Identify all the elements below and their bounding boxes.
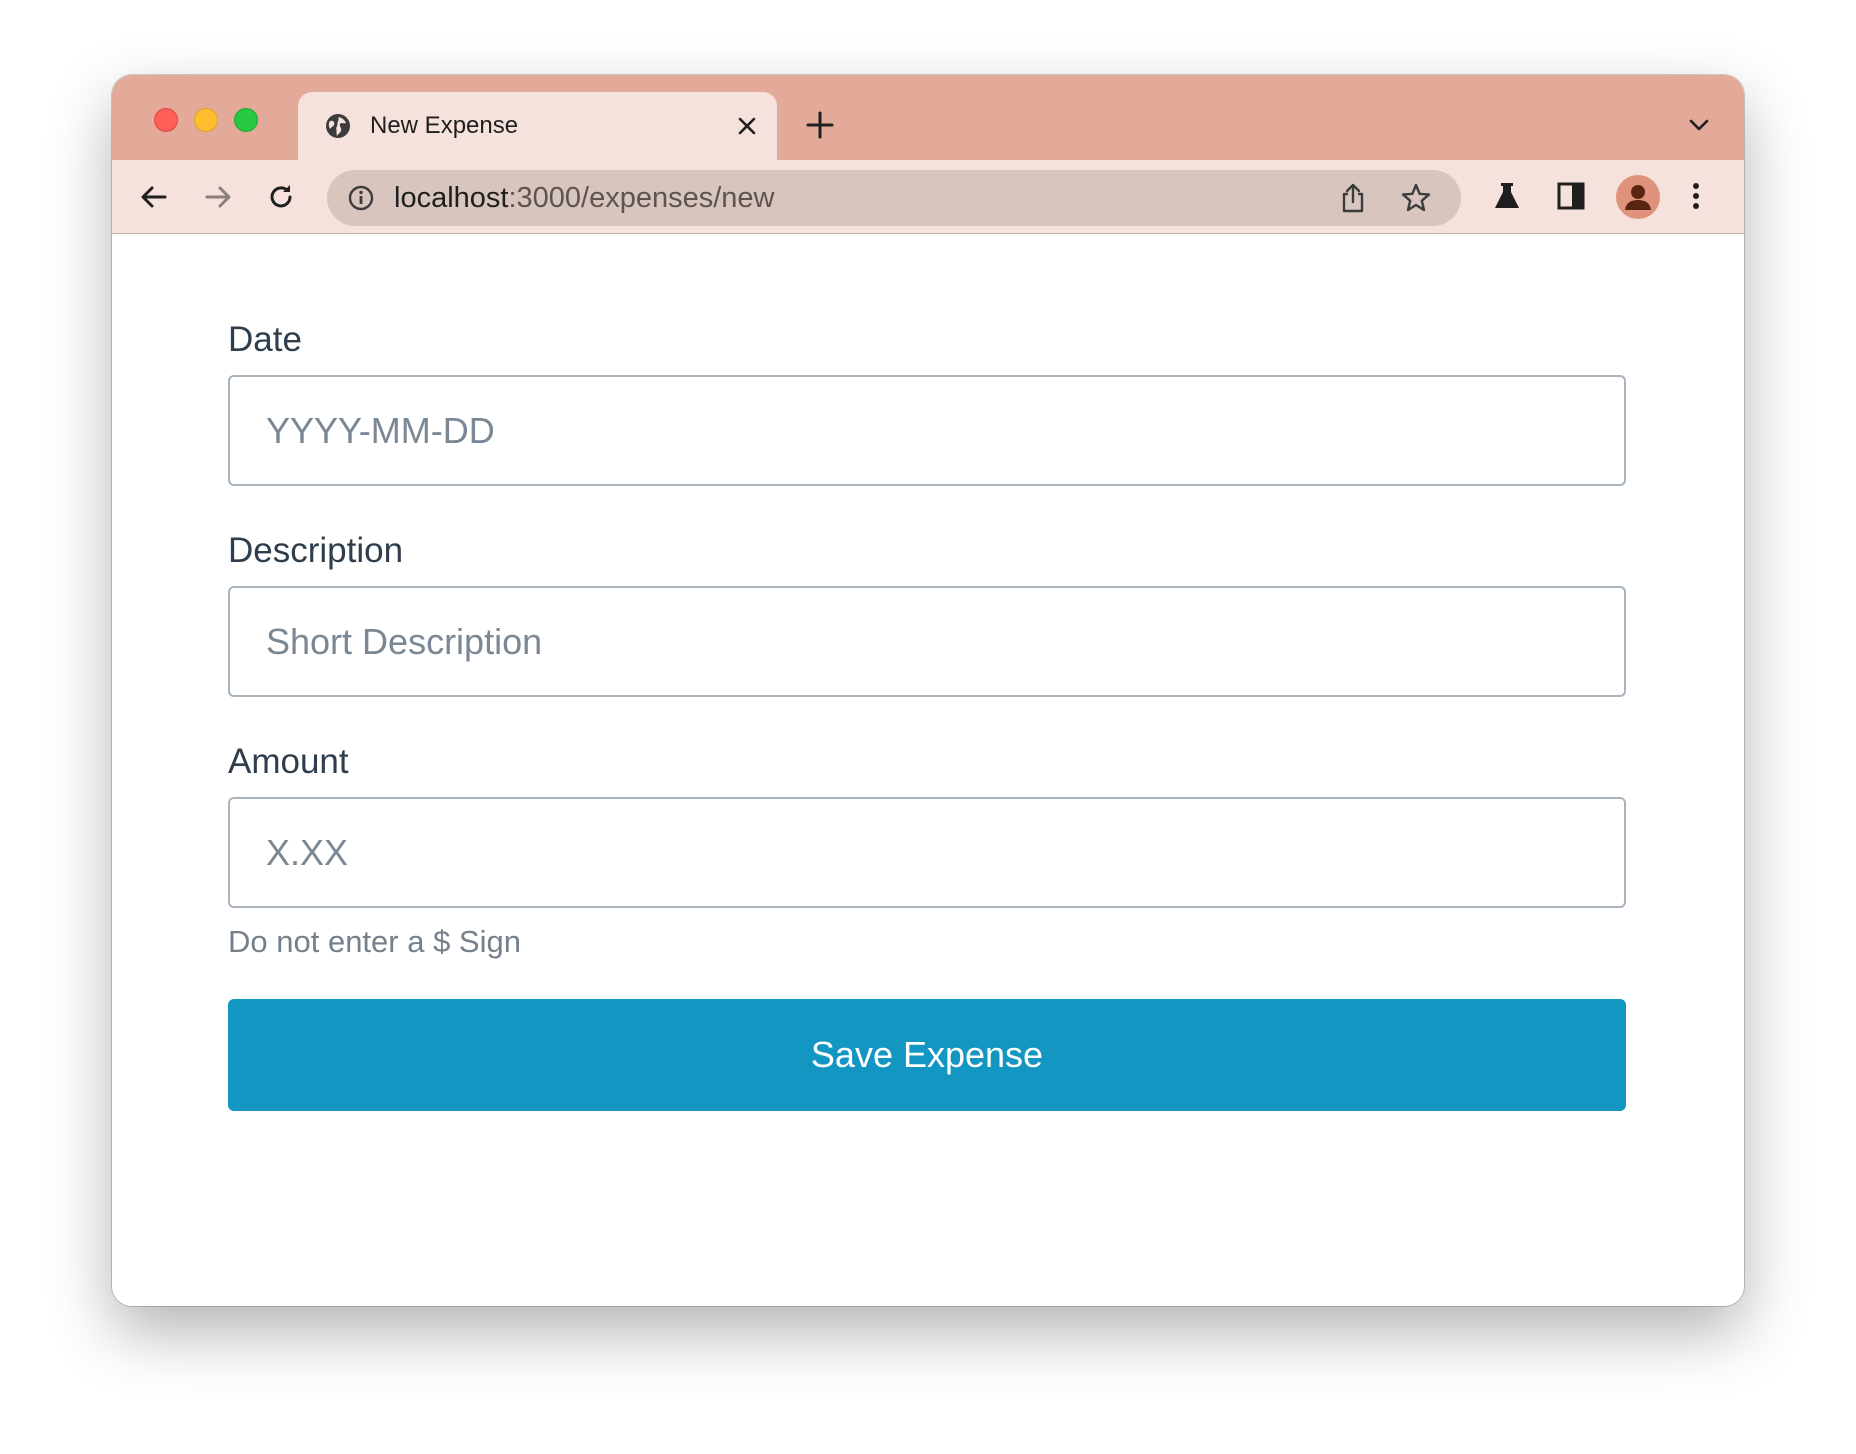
expense-form: Date Description Amount Do not enter a $… [228,320,1626,1111]
url-host: localhost [394,182,509,214]
desktop-backdrop: New Expense localhost:3000/expenses/new … [0,0,1856,1454]
reload-icon[interactable] [265,181,297,213]
url-path: :3000/expenses/new [508,182,775,214]
flask-icon[interactable] [1491,180,1523,212]
minimize-window-button[interactable] [194,108,218,132]
chevron-down-icon[interactable] [1688,117,1710,133]
description-input[interactable] [228,586,1626,697]
avatar-icon[interactable] [1616,175,1660,219]
star-icon[interactable] [1400,182,1432,214]
plus-icon[interactable] [805,110,835,140]
info-icon[interactable] [347,184,375,212]
globe-icon [326,114,350,138]
side-panel-icon[interactable] [1555,180,1587,212]
date-label: Date [228,320,302,359]
url-text[interactable]: localhost:3000/expenses/new [394,183,775,213]
profile-silhouette-icon [1625,185,1651,210]
arrow-left-icon[interactable] [138,181,170,213]
close-window-button[interactable] [154,108,178,132]
tab-title: New Expense [370,112,519,139]
page-content: Date Description Amount Do not enter a $… [112,234,1744,1306]
tab-strip: New Expense [112,75,1744,160]
amount-input[interactable] [228,797,1626,908]
kebab-menu-icon[interactable] [1680,180,1712,212]
browser-window: New Expense localhost:3000/expenses/new … [112,75,1744,1306]
description-label: Description [228,531,404,570]
date-input[interactable] [228,375,1626,486]
browser-toolbar: localhost:3000/expenses/new [112,160,1744,234]
amount-help-text: Do not enter a $ Sign [228,924,521,959]
amount-label: Amount [228,742,349,781]
zoom-window-button[interactable] [234,108,258,132]
tab-new-expense[interactable]: New Expense [298,92,777,160]
save-expense-button[interactable]: Save Expense [228,999,1626,1111]
close-icon[interactable] [735,114,759,138]
address-bar[interactable]: localhost:3000/expenses/new [327,170,1461,226]
arrow-right-icon[interactable] [202,181,234,213]
share-icon[interactable] [1338,182,1368,214]
